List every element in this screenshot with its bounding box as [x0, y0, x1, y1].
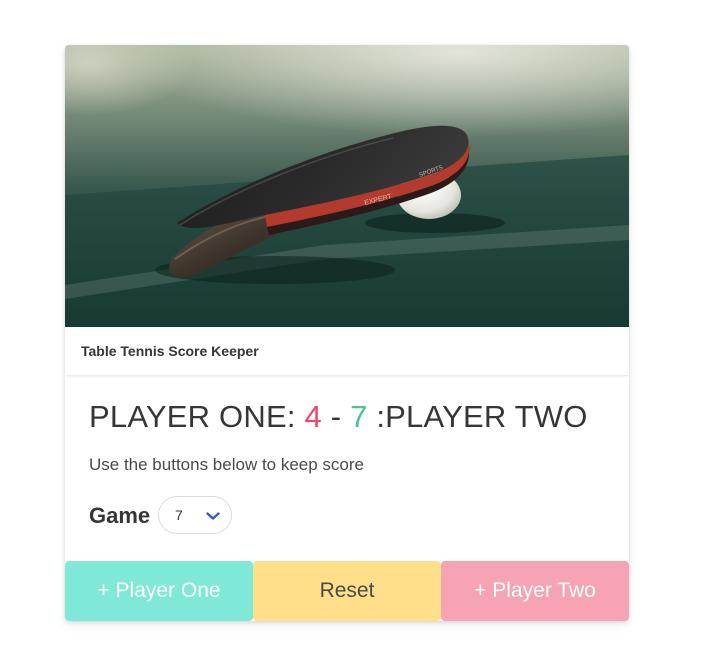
card-footer: + Player One Reset + Player Two [65, 561, 629, 621]
score-keeper-card: EXPERT SPORTS Table Tennis Score Keeper … [65, 45, 629, 621]
card-header-title: Table Tennis Score Keeper [81, 343, 259, 359]
add-player-two-button[interactable]: + Player Two [441, 561, 629, 621]
player-two-label: :PLAYER TWO [376, 399, 588, 434]
ping-pong-paddle-image: EXPERT SPORTS [65, 45, 629, 327]
game-label: Game [89, 503, 151, 528]
card-header: Table Tennis Score Keeper [65, 327, 629, 375]
chevron-down-icon [206, 512, 220, 520]
game-select-value: 7 [175, 507, 183, 523]
player-two-score: 7 [350, 399, 368, 434]
card-image: EXPERT SPORTS [65, 45, 629, 327]
instructions-text: Use the buttons below to keep score [89, 455, 364, 474]
game-select[interactable]: 7 [158, 496, 232, 534]
reset-button[interactable]: Reset [253, 561, 441, 621]
player-one-label: PLAYER ONE: [89, 399, 296, 434]
add-player-one-button[interactable]: + Player One [65, 561, 253, 621]
score-display: PLAYER ONE: 4 - 7 :PLAYER TWO [89, 397, 588, 437]
player-one-score: 4 [304, 399, 322, 434]
score-separator: - [321, 399, 351, 434]
